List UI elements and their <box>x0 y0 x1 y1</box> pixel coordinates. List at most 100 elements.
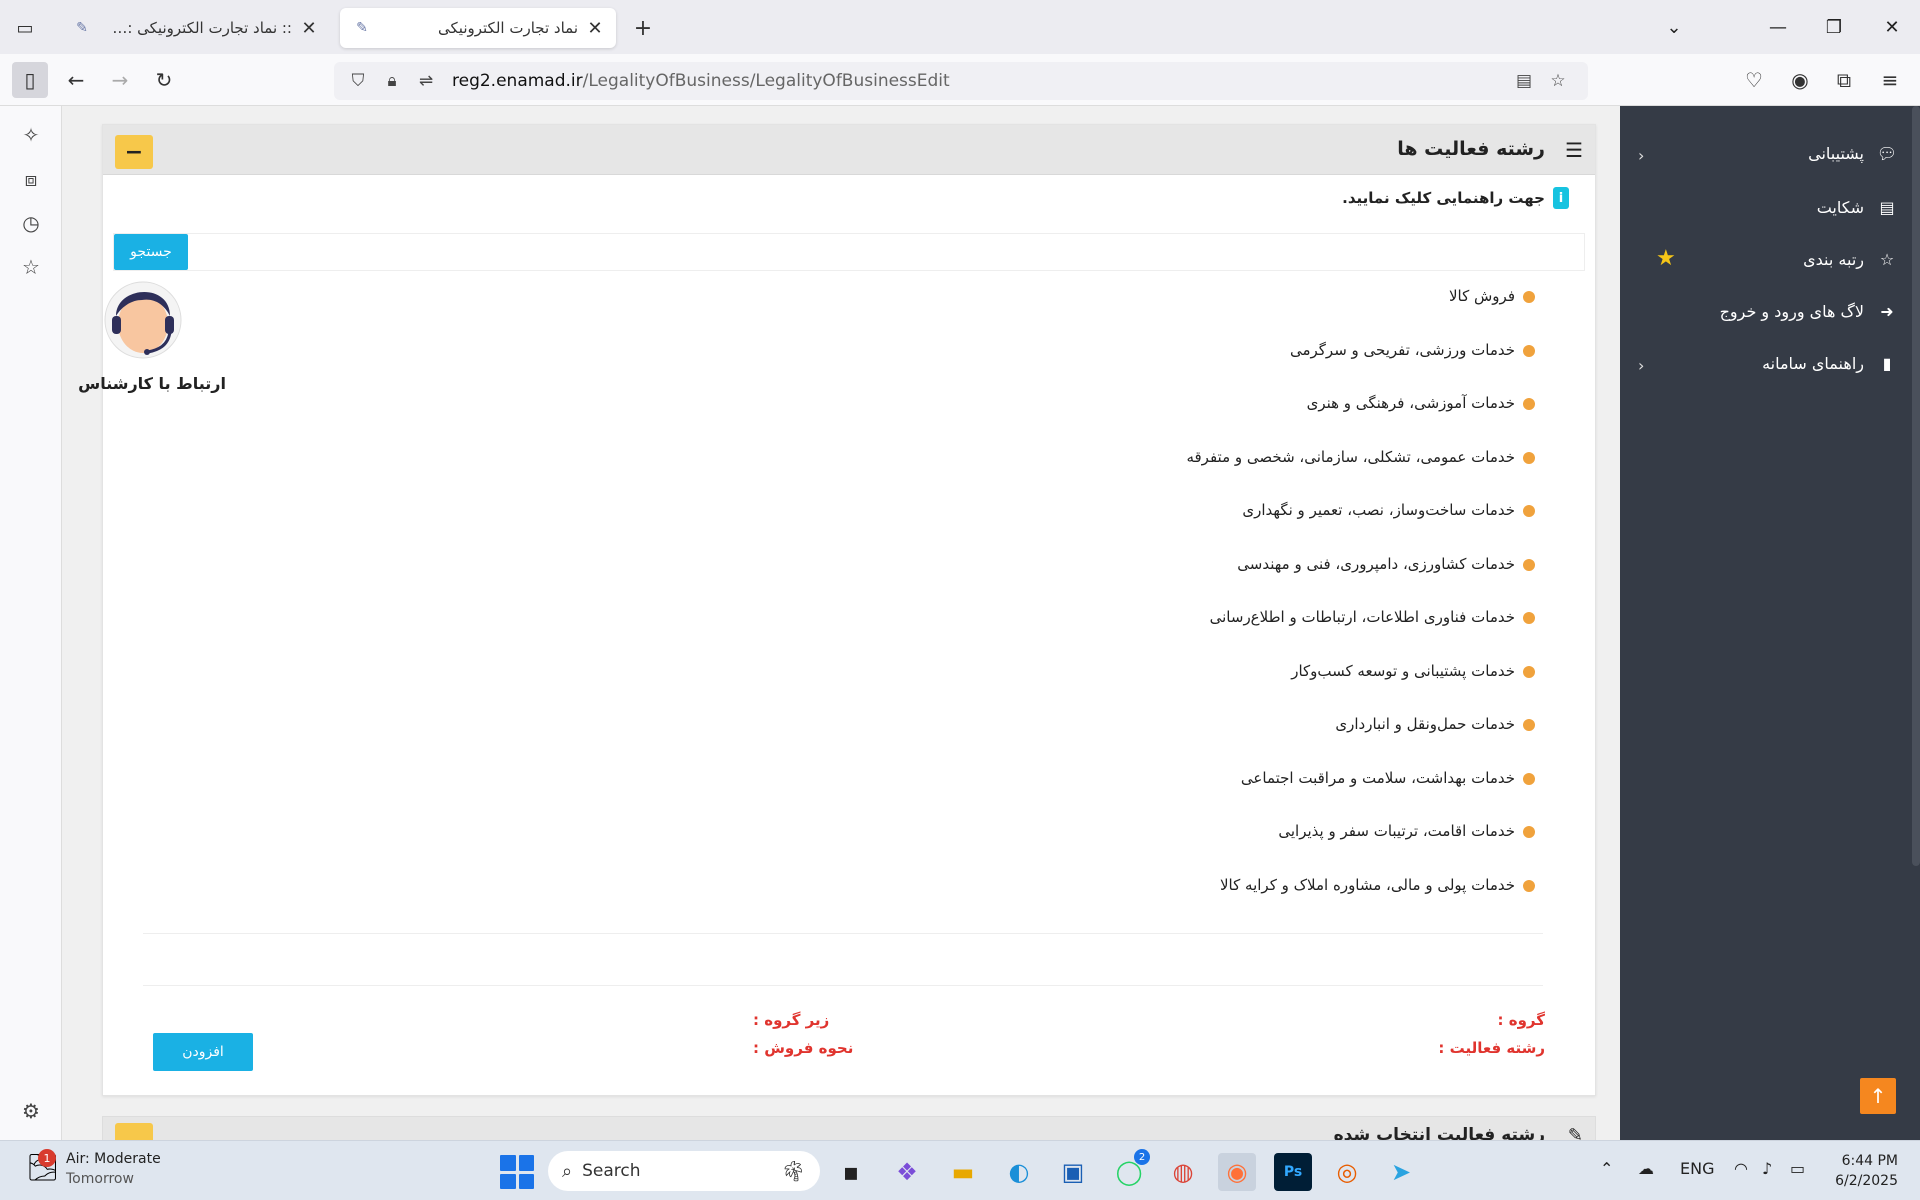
add-button[interactable]: افزودن <box>153 1033 253 1071</box>
collapse-button[interactable] <box>115 1123 153 1140</box>
language-indicator[interactable]: ENG <box>1680 1159 1714 1178</box>
whatsapp-icon[interactable]: ◯ 2 <box>1110 1149 1150 1191</box>
expand-bullet-icon[interactable] <box>1523 612 1535 624</box>
store-icon[interactable]: ▣ <box>1054 1153 1092 1191</box>
activity-item[interactable]: خدمات عمومی، تشکلی، سازمانی، شخصی و متفر… <box>1186 448 1535 502</box>
copilot-icon[interactable]: ❖ <box>888 1153 926 1191</box>
bookmark-star-icon[interactable]: ☆ <box>1544 71 1572 91</box>
expand-bullet-icon[interactable] <box>1523 291 1535 303</box>
sidebar-item-guide[interactable]: ▮ راهنمای سامانه <box>1762 354 1898 373</box>
activity-item[interactable]: خدمات پولی و مالی، مشاوره املاک و کرایه … <box>1186 876 1535 930</box>
expand-bullet-icon[interactable] <box>1523 344 1535 357</box>
search-button[interactable]: جستجو <box>114 234 188 270</box>
sidebar-item-rating[interactable]: ☆ رتبه بندی <box>1803 250 1898 269</box>
panel-header: − رشته فعالیت ها ☰ <box>103 125 1595 175</box>
photoshop-icon[interactable]: Ps <box>1274 1153 1312 1191</box>
weather-widget[interactable]: 🌫︎ 1 Air: Moderate Tomorrow <box>26 1149 161 1189</box>
reload-icon[interactable]: ↻ <box>146 62 182 98</box>
chrome-icon[interactable]: ◍ <box>1164 1153 1202 1191</box>
chevron-left-icon[interactable]: › <box>1638 356 1644 375</box>
history-clock-icon[interactable]: ◷ <box>16 208 46 238</box>
restore-button[interactable]: ❐ <box>1814 10 1854 44</box>
back-arrow-icon[interactable]: ← <box>58 62 94 98</box>
synced-tabs-icon[interactable]: ⧈ <box>16 164 46 194</box>
tab-active[interactable]: ✎ نماد تجارت الکترونیکی ✕ <box>340 8 616 48</box>
activity-item[interactable]: خدمات کشاورزی، دامپروری، فنی و مهندسی <box>1186 555 1535 609</box>
palm-tree-icon: 🌴︎ <box>780 1159 806 1183</box>
site-favicon-icon: ✎ <box>76 20 88 36</box>
edge-browser-icon[interactable]: ◐ <box>1000 1153 1038 1191</box>
weather-subtitle: Tomorrow <box>66 1171 134 1187</box>
account-icon[interactable]: ◉ <box>1782 62 1818 98</box>
telegram-icon[interactable]: ➤ <box>1382 1153 1420 1191</box>
bookmarks-star-icon[interactable]: ☆ <box>16 252 46 282</box>
expand-bullet-icon[interactable] <box>1523 398 1535 410</box>
volume-icon[interactable]: ♪ <box>1762 1159 1772 1178</box>
address-bar[interactable]: ⛉ 🔒︎ ⇌ reg2.enamad.ir/LegalityOfBusiness… <box>334 62 1588 100</box>
pocket-icon[interactable]: ♡ <box>1736 62 1772 98</box>
expand-bullet-icon[interactable] <box>1523 665 1535 678</box>
chat-icon: 💬︎ <box>1876 144 1898 163</box>
activity-item[interactable]: خدمات حمل‌ونقل و انبارداری <box>1186 715 1535 769</box>
close-window-button[interactable]: ✕ <box>1872 10 1912 44</box>
sidebar-toggle-icon[interactable]: ▯ <box>12 62 48 98</box>
minimize-button[interactable]: — <box>1758 10 1798 44</box>
file-explorer-icon[interactable]: ▬ <box>944 1153 982 1191</box>
permissions-icon[interactable]: ⇌ <box>412 71 440 91</box>
activity-label: خدمات پولی و مالی، مشاوره املاک و کرایه … <box>1220 875 1515 894</box>
expand-bullet-icon[interactable] <box>1523 505 1535 517</box>
app-icon[interactable]: ◎ <box>1328 1153 1366 1191</box>
expand-bullet-icon[interactable] <box>1523 719 1535 731</box>
windows-start-icon[interactable] <box>500 1155 534 1189</box>
firefox-icon[interactable]: ◉ <box>1218 1153 1256 1191</box>
settings-gear-icon[interactable]: ⚙ <box>16 1096 46 1126</box>
wifi-icon[interactable]: ◠ <box>1734 1159 1748 1178</box>
scroll-to-top-button[interactable]: ↑ <box>1860 1078 1896 1114</box>
sidebar-item-login-logs[interactable]: ➜ لاگ های ورود و خروج <box>1720 302 1898 321</box>
site-favicon-icon: ✎ <box>356 20 368 36</box>
shield-icon[interactable]: ⛉ <box>344 71 372 91</box>
expand-bullet-icon[interactable] <box>1523 826 1535 838</box>
activity-item[interactable]: خدمات ساخت‌وساز، نصب، تعمیر و نگهداری <box>1186 501 1535 555</box>
url-text[interactable]: reg2.enamad.ir/LegalityOfBusiness/Legali… <box>452 71 1510 91</box>
expand-bullet-icon[interactable] <box>1523 451 1535 464</box>
browser-toolbar: ▯ ← → ↻ ⛉ 🔒︎ ⇌ reg2.enamad.ir/LegalityOf… <box>0 54 1920 106</box>
ai-sparkle-icon[interactable]: ✧ <box>16 120 46 150</box>
collapse-button[interactable]: − <box>115 135 153 169</box>
sidebar-item-support[interactable]: 💬︎ پشتیبانی <box>1808 144 1898 163</box>
activity-item[interactable]: خدمات اقامت، ترتیبات سفر و پذیرایی <box>1186 822 1535 876</box>
help-link[interactable]: i جهت راهنمایی کلیک نمایید. <box>1342 187 1569 209</box>
battery-icon[interactable]: ▭ <box>1790 1159 1805 1178</box>
activity-item[interactable]: خدمات فناوری اطلاعات، ارتباطات و اطلاع‌ر… <box>1186 608 1535 662</box>
lock-icon[interactable]: 🔒︎ <box>378 71 406 91</box>
taskbar-search[interactable]: ⌕ Search 🌴︎ <box>548 1151 820 1191</box>
menu-icon[interactable]: ≡ <box>1872 62 1908 98</box>
expand-bullet-icon[interactable] <box>1523 772 1535 785</box>
chevron-up-icon[interactable]: ⌃ <box>1600 1159 1613 1178</box>
extensions-icon[interactable]: ⧉ <box>1826 62 1862 98</box>
new-tab-button[interactable]: + <box>628 14 658 42</box>
scrollbar[interactable] <box>1912 106 1920 866</box>
tab-inactive[interactable]: ✎ :: نماد تجارت الکترونیکی :: انتخاب ✕ <box>60 8 330 48</box>
network-icon[interactable]: ☁ <box>1638 1159 1654 1178</box>
close-icon[interactable]: ✕ <box>300 18 318 39</box>
activity-item[interactable]: خدمات پشتیبانی و توسعه کسب‌وکار <box>1186 662 1535 716</box>
activity-item[interactable]: خدمات بهداشت، سلامت و مراقبت اجتماعی <box>1186 769 1535 823</box>
activity-item[interactable]: فروش کالا <box>1186 287 1535 341</box>
tab-title: نماد تجارت الکترونیکی <box>438 19 578 37</box>
expand-bullet-icon[interactable] <box>1523 879 1535 892</box>
task-view-icon[interactable]: ▪ <box>832 1153 870 1191</box>
activity-item[interactable]: خدمات ورزشی، تفریحی و سرگرمی <box>1186 341 1535 395</box>
activity-item[interactable]: خدمات آموزشی، فرهنگی و هنری <box>1186 394 1535 448</box>
clock[interactable]: 6:44 PM 6/2/2025 <box>1835 1151 1898 1191</box>
sidebar-item-complaint[interactable]: ▤ شکایت <box>1817 198 1898 217</box>
edit-icon: ✎ <box>1567 1125 1583 1140</box>
tab-list-icon[interactable]: ▭ <box>10 14 40 42</box>
chevron-left-icon[interactable]: › <box>1638 146 1644 165</box>
close-icon[interactable]: ✕ <box>586 18 604 39</box>
support-agent-icon <box>104 281 182 359</box>
chevron-down-icon[interactable]: ⌄ <box>1654 10 1694 44</box>
expand-bullet-icon[interactable] <box>1523 558 1535 571</box>
forward-arrow-icon[interactable]: → <box>102 62 138 98</box>
reader-view-icon[interactable]: ▤ <box>1510 71 1538 91</box>
